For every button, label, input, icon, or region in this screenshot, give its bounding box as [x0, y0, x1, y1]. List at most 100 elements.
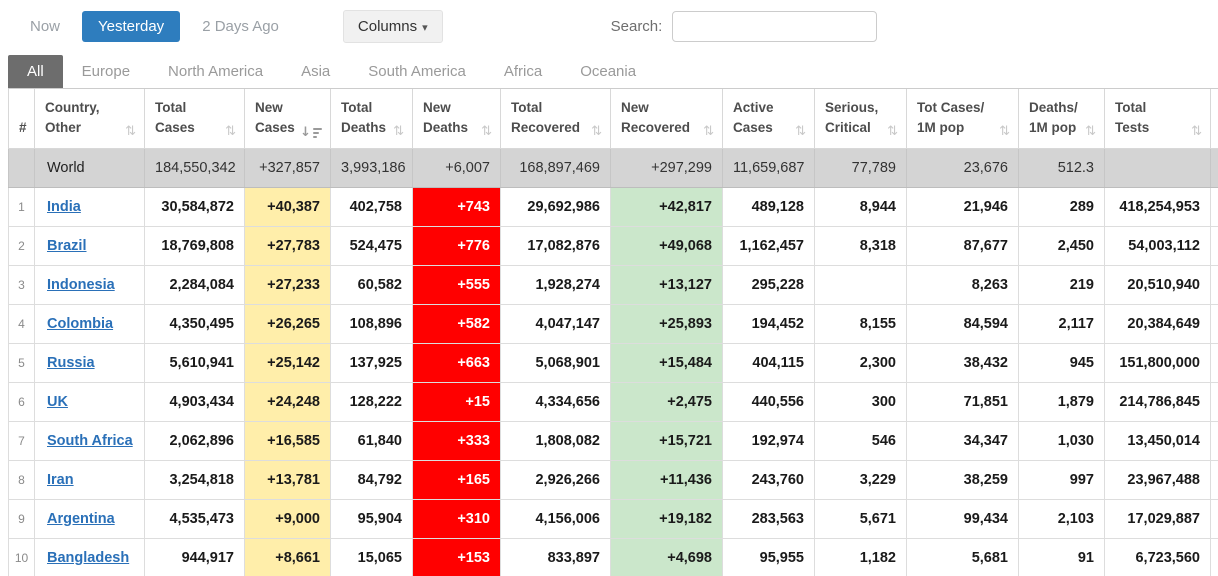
cell-total-cases: 2,284,084: [144, 264, 245, 305]
cell-serious-critical: 8,944: [814, 186, 907, 227]
cell-total-deaths: 84,792: [330, 459, 413, 500]
cell-total-deaths: 524,475: [330, 225, 413, 266]
cell-total-deaths: 137,925: [330, 342, 413, 383]
cell-country: Colombia: [34, 303, 145, 344]
time-filter-yesterday[interactable]: Yesterday: [82, 10, 181, 42]
cell-total-deaths: 95,904: [330, 498, 413, 539]
cell-country: India: [34, 186, 145, 227]
tab-south-america[interactable]: South America: [349, 55, 485, 88]
cell-total-deaths: 60,582: [330, 264, 413, 305]
cell-tot-cases-1m: 99,434: [906, 498, 1019, 539]
cell-country: UK: [34, 381, 145, 422]
country-link[interactable]: South Africa: [47, 433, 133, 449]
cutoff-column-cell: [1210, 186, 1218, 227]
column-header-new-recovered[interactable]: New Recovered ⇅: [610, 89, 723, 149]
cell-country: Russia: [34, 342, 145, 383]
cutoff-column-header: [1210, 89, 1218, 149]
tab-oceania[interactable]: Oceania: [561, 55, 655, 88]
column-header-total-recovered[interactable]: Total Recovered ⇅: [500, 89, 611, 149]
cell-new-recovered: +15,484: [610, 342, 723, 383]
cell-total-cases: 2,062,896: [144, 420, 245, 461]
column-header-total-deaths[interactable]: Total Deaths ⇅: [330, 89, 413, 149]
cell-new-cases: +27,233: [244, 264, 331, 305]
cell-new-cases: +8,661: [244, 537, 331, 576]
country-link[interactable]: Colombia: [47, 316, 113, 332]
tab-africa[interactable]: Africa: [485, 55, 561, 88]
country-link[interactable]: Russia: [47, 355, 95, 371]
cell-active-cases: 440,556: [722, 381, 815, 422]
column-header-serious-critical[interactable]: Serious, Critical ⇅: [814, 89, 907, 149]
column-header-label: Country, Other: [45, 100, 100, 136]
column-header-tot-cases-1m[interactable]: Tot Cases/ 1M pop ⇅: [906, 89, 1019, 149]
column-header-label: Total Tests: [1115, 100, 1150, 136]
cell-total-tests: 17,029,887: [1104, 498, 1211, 539]
cell-serious-critical: 3,229: [814, 459, 907, 500]
time-filter-2-days-ago[interactable]: 2 Days Ago: [190, 11, 291, 42]
country-link[interactable]: Bangladesh: [47, 550, 129, 566]
tab-all[interactable]: All: [8, 55, 63, 88]
cell-total-tests: 13,450,014: [1104, 420, 1211, 461]
country-link[interactable]: India: [47, 199, 81, 215]
cell-total-cases: 30,584,872: [144, 186, 245, 227]
cell-total-tests: 6,723,560: [1104, 537, 1211, 576]
cell-rank: 10: [8, 537, 35, 576]
search-input[interactable]: [672, 10, 878, 42]
sort-both-icon: ⇅: [999, 123, 1010, 139]
cell-new-recovered: +15,721: [610, 420, 723, 461]
cell-deaths-1m: 945: [1018, 342, 1105, 383]
cell-country: Bangladesh: [34, 537, 145, 576]
cell-new-deaths: +743: [412, 186, 501, 227]
country-link[interactable]: UK: [47, 394, 68, 410]
sort-both-icon: ⇅: [393, 123, 404, 139]
cell-rank: 3: [8, 264, 35, 305]
cell-total-deaths: 402,758: [330, 186, 413, 227]
country-link[interactable]: Iran: [47, 472, 74, 488]
cell-new-deaths: +165: [412, 459, 501, 500]
cell-active-cases: 283,563: [722, 498, 815, 539]
cell-total-cases: 4,350,495: [144, 303, 245, 344]
column-header-new-cases[interactable]: New Cases ↓: [244, 89, 331, 149]
column-header-total-cases[interactable]: Total Cases ⇅: [144, 89, 245, 149]
cell-total-cases: 5,610,941: [144, 342, 245, 383]
column-header-label: Serious, Critical: [825, 100, 879, 136]
tab-north-america[interactable]: North America: [149, 55, 282, 88]
tab-europe[interactable]: Europe: [63, 55, 149, 88]
time-filter-now[interactable]: Now: [18, 11, 72, 42]
cell-total-tests: 418,254,953: [1104, 186, 1211, 227]
cell-rank: 1: [8, 186, 35, 227]
cutoff-column-cell: [1210, 342, 1218, 383]
column-header-total-tests[interactable]: Total Tests ⇅: [1104, 89, 1211, 149]
country-link[interactable]: Argentina: [47, 511, 115, 527]
tab-asia[interactable]: Asia: [282, 55, 349, 88]
cell-total-cases: 184,550,342: [144, 147, 245, 188]
cell-rank: 8: [8, 459, 35, 500]
column-header-country[interactable]: Country, Other ⇅: [34, 89, 145, 149]
cell-serious-critical: [814, 264, 907, 305]
cell-deaths-1m: 2,117: [1018, 303, 1105, 344]
table-row-argentina: 9 Argentina 4,535,473 +9,000 95,904 +310 4,156…: [8, 498, 1218, 539]
column-header-active-cases[interactable]: Active Cases ⇅: [722, 89, 815, 149]
cell-total-deaths: 3,993,186: [330, 147, 413, 188]
cell-new-cases: +26,265: [244, 303, 331, 344]
sort-both-icon: ⇅: [887, 123, 898, 139]
table-row-bangladesh: 10 Bangladesh 944,917 +8,661 15,065 +153 833,8…: [8, 537, 1218, 576]
table-row-india: 1 India 30,584,872 +40,387 402,758 +743 29,692…: [8, 186, 1218, 227]
cell-new-deaths: +153: [412, 537, 501, 576]
country-link[interactable]: Indonesia: [47, 277, 115, 293]
country-link[interactable]: Brazil: [47, 238, 87, 254]
cutoff-column-cell: [1210, 498, 1218, 539]
table-row-colombia: 4 Colombia 4,350,495 +26,265 108,896 +582 4,04…: [8, 303, 1218, 344]
cell-serious-critical: 2,300: [814, 342, 907, 383]
column-header-deaths-1m[interactable]: Deaths/ 1M pop ⇅: [1018, 89, 1105, 149]
table-row-indonesia: 3 Indonesia 2,284,084 +27,233 60,582 +555 1,92…: [8, 264, 1218, 305]
columns-dropdown-button[interactable]: Columns ▾: [342, 9, 443, 43]
cell-total-recovered: 2,926,266: [500, 459, 611, 500]
cell-active-cases: 1,162,457: [722, 225, 815, 266]
cell-new-recovered: +42,817: [610, 186, 723, 227]
cell-new-cases: +24,248: [244, 381, 331, 422]
cell-country: World: [34, 147, 145, 188]
column-header-rank: #: [8, 89, 35, 149]
column-header-new-deaths[interactable]: New Deaths ⇅: [412, 89, 501, 149]
cell-deaths-1m: 2,450: [1018, 225, 1105, 266]
sort-both-icon: ⇅: [1085, 123, 1096, 139]
